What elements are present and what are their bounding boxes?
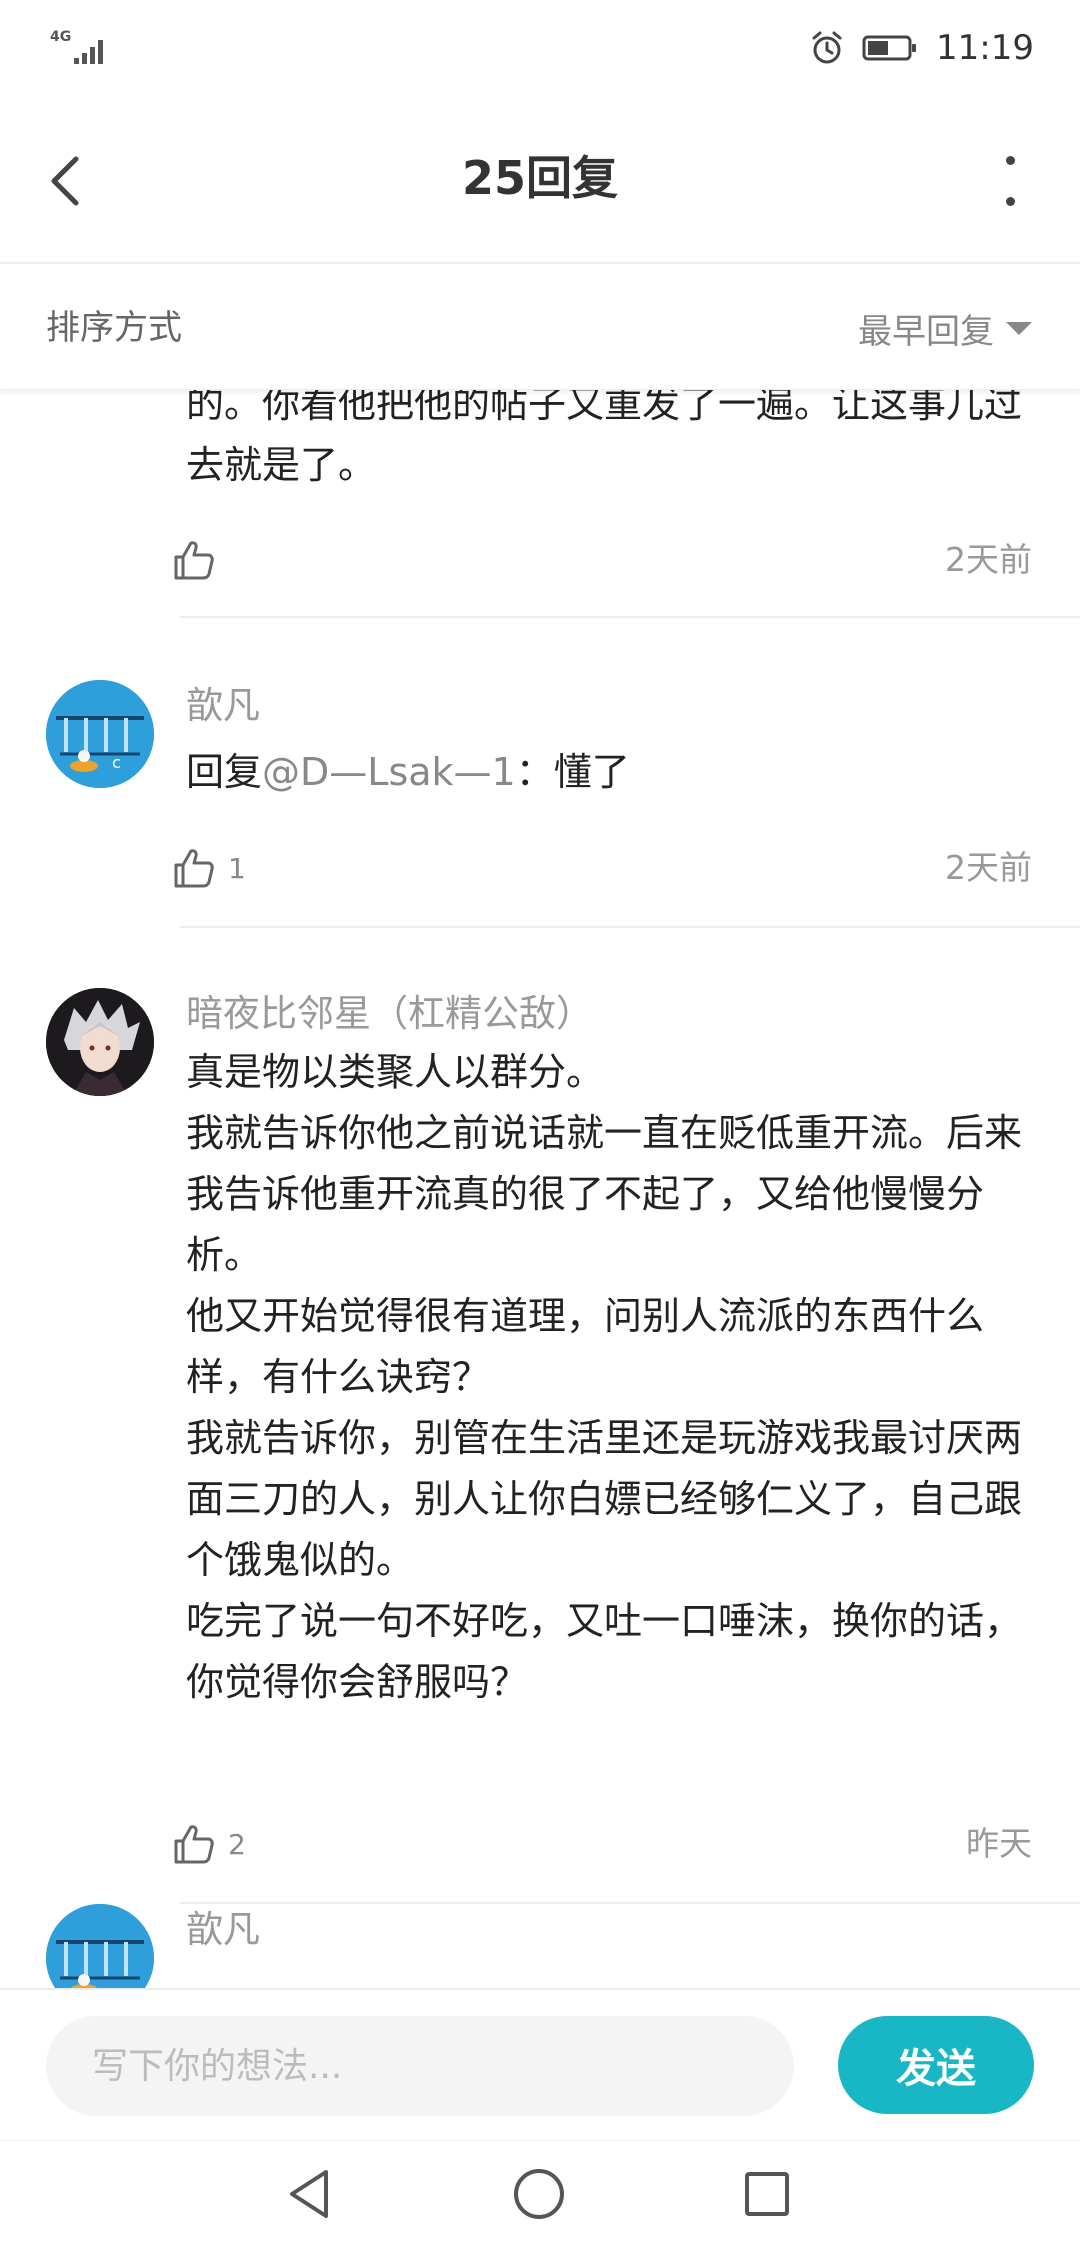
thumbs-up-icon	[174, 541, 214, 580]
comment-item: 的。你看他把他的帖子又重发了一遍。让这事儿过去就是了。 2天前	[0, 390, 1080, 620]
avatar-image: c	[46, 680, 154, 788]
comment-item: 暗夜比邻星（杠精公敌） 真是物以类聚人以群分。 我就告诉你他之前说话就一直在贬低…	[0, 988, 1080, 1908]
circle-home-icon	[514, 2169, 564, 2219]
comment-time: 2天前	[945, 848, 1032, 887]
avatar[interactable]	[46, 1904, 154, 1988]
reply-input-bar: 发送	[0, 1988, 1080, 2140]
like-count: 2	[228, 1827, 246, 1861]
square-recents-icon	[745, 2172, 789, 2216]
system-nav-bar	[0, 2140, 1080, 2244]
like-button[interactable]: 2	[172, 1814, 246, 1874]
avatar-image	[46, 1904, 154, 1988]
page-title: 25回复	[461, 151, 618, 205]
comment-time: 2天前	[945, 540, 1032, 579]
comment-content: 回复@D—Lsak—1：懂了	[186, 742, 1036, 803]
avatar[interactable]: c	[46, 680, 154, 788]
sort-dropdown[interactable]: 最早回复	[858, 304, 1032, 352]
comment-username[interactable]: 歆凡	[186, 680, 260, 732]
comment-username[interactable]: 歆凡	[186, 1904, 260, 1956]
caret-down-icon	[1006, 321, 1032, 335]
send-button[interactable]: 发送	[838, 2016, 1034, 2114]
network-type: 4G	[50, 29, 72, 45]
thumbs-up-icon	[174, 1825, 214, 1864]
thumbs-up-icon	[174, 849, 214, 888]
comment-username[interactable]: 暗夜比邻星（杠精公敌）	[186, 988, 593, 1040]
mention-link[interactable]: @D—Lsak—1	[262, 750, 516, 794]
svg-text:c: c	[112, 753, 121, 772]
comment-item: c 歆凡 回复@D—Lsak—1：懂了 1 2天前	[0, 680, 1080, 930]
divider	[180, 616, 1080, 618]
nav-home-button[interactable]	[504, 2159, 574, 2229]
nav-back-button[interactable]	[274, 2159, 344, 2229]
nav-recents-button[interactable]	[732, 2159, 802, 2229]
status-right: 11:19	[810, 26, 1034, 70]
battery-icon	[862, 35, 917, 61]
comment-time: 昨天	[966, 1824, 1032, 1863]
reply-prefix: 回复	[186, 750, 263, 794]
status-bar: 4G 11:19	[0, 0, 1080, 96]
reply-input[interactable]	[46, 2016, 794, 2116]
reply-text: ：懂了	[515, 750, 630, 794]
triangle-back-icon	[290, 2170, 328, 2218]
like-count: 1	[228, 851, 246, 885]
page-header: 25回复	[0, 96, 1080, 264]
signal-indicator: 4G	[50, 28, 110, 68]
comment-list[interactable]: 的。你看他把他的帖子又重发了一遍。让这事儿过去就是了。 2天前 c 歆凡 回复@…	[0, 390, 1080, 1988]
sort-bar: 排序方式 最早回复	[0, 266, 1080, 390]
like-button[interactable]: 1	[172, 838, 246, 898]
clock-time: 11:19	[936, 28, 1034, 68]
sort-label: 排序方式	[46, 308, 182, 348]
divider	[180, 926, 1080, 928]
comment-content: 的。你看他把他的帖子又重发了一遍。让这事儿过去就是了。	[186, 390, 1023, 487]
comment-content: 真是物以类聚人以群分。 我就告诉你他之前说话就一直在贬低重开流。后来我告诉他重开…	[186, 1050, 1023, 1704]
alarm-icon	[812, 31, 842, 64]
avatar[interactable]	[46, 988, 154, 1096]
like-button[interactable]	[172, 530, 216, 590]
sort-value: 最早回复	[858, 311, 994, 352]
avatar-image	[46, 988, 154, 1096]
signal-bars-icon	[74, 40, 103, 64]
more-options-button[interactable]	[1000, 156, 1020, 206]
more-vertical-icon	[1005, 156, 1015, 165]
comment-item: 歆凡	[0, 1904, 1080, 1988]
